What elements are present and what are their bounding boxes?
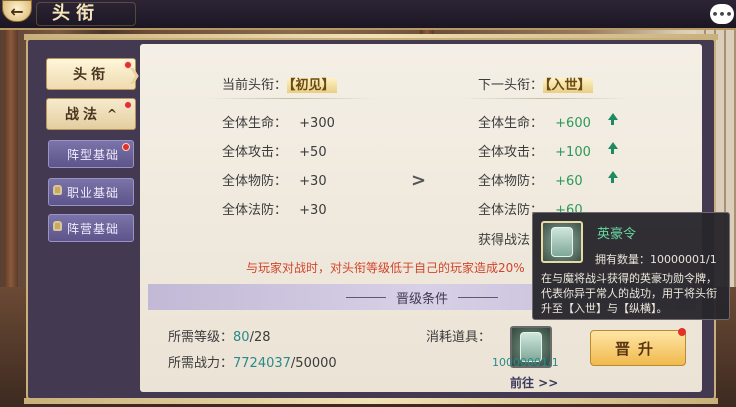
notification-dot xyxy=(124,101,132,109)
next-stat-row: 全体攻击： +100 xyxy=(478,141,591,160)
required-level: 所需等级：80/28 xyxy=(168,326,270,345)
power-current: 7724037 xyxy=(233,356,291,371)
current-title-value: 【初见】 xyxy=(287,78,337,93)
tab-title[interactable]: 头衔 ❯ xyxy=(46,58,141,90)
current-stat-row: 全体法防： +30 xyxy=(222,199,327,218)
item-tooltip: 英豪令 拥有数量：10000001/1 在与魔将战斗获得的英豪功勋令牌，代表你异… xyxy=(532,212,730,320)
stat-label: 全体生命： xyxy=(222,116,288,131)
arrow-right-icon: > xyxy=(411,170,427,191)
current-title-label: 当前头衔： xyxy=(222,78,288,93)
item-count: 10000001/1 xyxy=(492,356,559,369)
tab-tactics[interactable]: 战法 ^ xyxy=(46,98,136,130)
next-extra-row: 获得战法 xyxy=(478,229,530,248)
subtab-profession[interactable]: 职业基础 xyxy=(48,178,134,206)
stat-label: 全体攻击： xyxy=(222,145,288,160)
notification-dot xyxy=(122,143,130,151)
divider xyxy=(206,98,376,99)
stat-label: 全体物防： xyxy=(478,174,544,189)
subtab-camp[interactable]: 阵营基础 xyxy=(48,214,134,242)
tab-tactics-label: 战法 xyxy=(64,107,101,123)
subtab-label: 阵营基础 xyxy=(67,221,120,236)
chevron-up-icon: ^ xyxy=(106,107,118,121)
goto-link[interactable]: 前往 >> xyxy=(510,374,558,391)
back-arrow-icon: ← xyxy=(10,1,24,21)
subtab-label: 职业基础 xyxy=(67,185,120,200)
notification-dot xyxy=(678,328,686,336)
stat-value: +50 xyxy=(299,145,327,160)
stat-value: +30 xyxy=(299,174,327,189)
stat-label: 全体生命： xyxy=(478,116,544,131)
tab-title-label: 头衔 xyxy=(73,67,109,83)
stat-label: 全体物防： xyxy=(222,174,288,189)
stat-label: 全体攻击： xyxy=(478,145,544,160)
level-required: /28 xyxy=(249,330,271,345)
conditions-title: 晋级条件 xyxy=(395,291,448,307)
current-title-row: 当前头衔： 【初见】 xyxy=(222,74,337,93)
tooltip-owned: 拥有数量：10000001/1 xyxy=(595,253,717,266)
level-label: 所需等级： xyxy=(168,330,234,345)
lock-icon xyxy=(53,221,62,231)
level-current: 80 xyxy=(233,330,250,345)
subtab-label: 阵型基础 xyxy=(67,147,120,162)
power-label: 所需战力： xyxy=(168,356,234,371)
divider xyxy=(345,296,386,298)
divider xyxy=(460,98,630,99)
next-stat-row: 全体生命： +600 xyxy=(478,112,591,131)
stat-label: 全体法防： xyxy=(222,203,288,218)
required-power: 所需战力：7724037/50000 xyxy=(168,352,337,371)
current-stat-row: 全体生命： +300 xyxy=(222,112,335,131)
extra-label: 获得战法 xyxy=(478,233,531,248)
current-stat-row: 全体物防： +30 xyxy=(222,170,327,189)
tooltip-description: 在与魔将战斗获得的英豪功勋令牌，代表你异于常人的战功，用于将头衔升至【入世】与【… xyxy=(541,272,717,315)
consume-label: 消耗道具： xyxy=(426,330,492,345)
frame-bottom-border xyxy=(24,398,718,404)
next-title-value: 【入世】 xyxy=(543,78,593,93)
chat-icon[interactable]: ••• xyxy=(710,4,734,24)
next-stat-row: 全体物防： +60 xyxy=(478,170,583,189)
current-stat-row: 全体攻击： +50 xyxy=(222,141,327,160)
stat-value: +100 xyxy=(555,145,591,160)
lock-icon xyxy=(53,185,62,195)
next-title-label: 下一头衔： xyxy=(478,78,544,93)
tooltip-item-name: 英豪令 xyxy=(597,227,637,242)
page-title: 头衔 xyxy=(52,3,100,24)
stat-value: +60 xyxy=(555,174,583,189)
next-title-row: 下一头衔： 【入世】 xyxy=(478,74,593,93)
token-icon xyxy=(541,221,583,263)
stat-value: +300 xyxy=(299,116,335,131)
promote-button[interactable]: 晋升 xyxy=(590,330,686,366)
stat-value: +30 xyxy=(299,203,327,218)
power-required: /50000 xyxy=(290,356,337,371)
divider xyxy=(458,296,498,298)
subtab-formation[interactable]: 阵型基础 xyxy=(48,140,134,168)
warning-text: 与玩家对战时，对头衔等级低于自己的玩家造成20% xyxy=(246,261,525,275)
title-bar: ← 头衔 ••• xyxy=(0,0,736,30)
stat-value: +600 xyxy=(555,116,591,131)
back-button[interactable]: ← xyxy=(2,0,32,22)
